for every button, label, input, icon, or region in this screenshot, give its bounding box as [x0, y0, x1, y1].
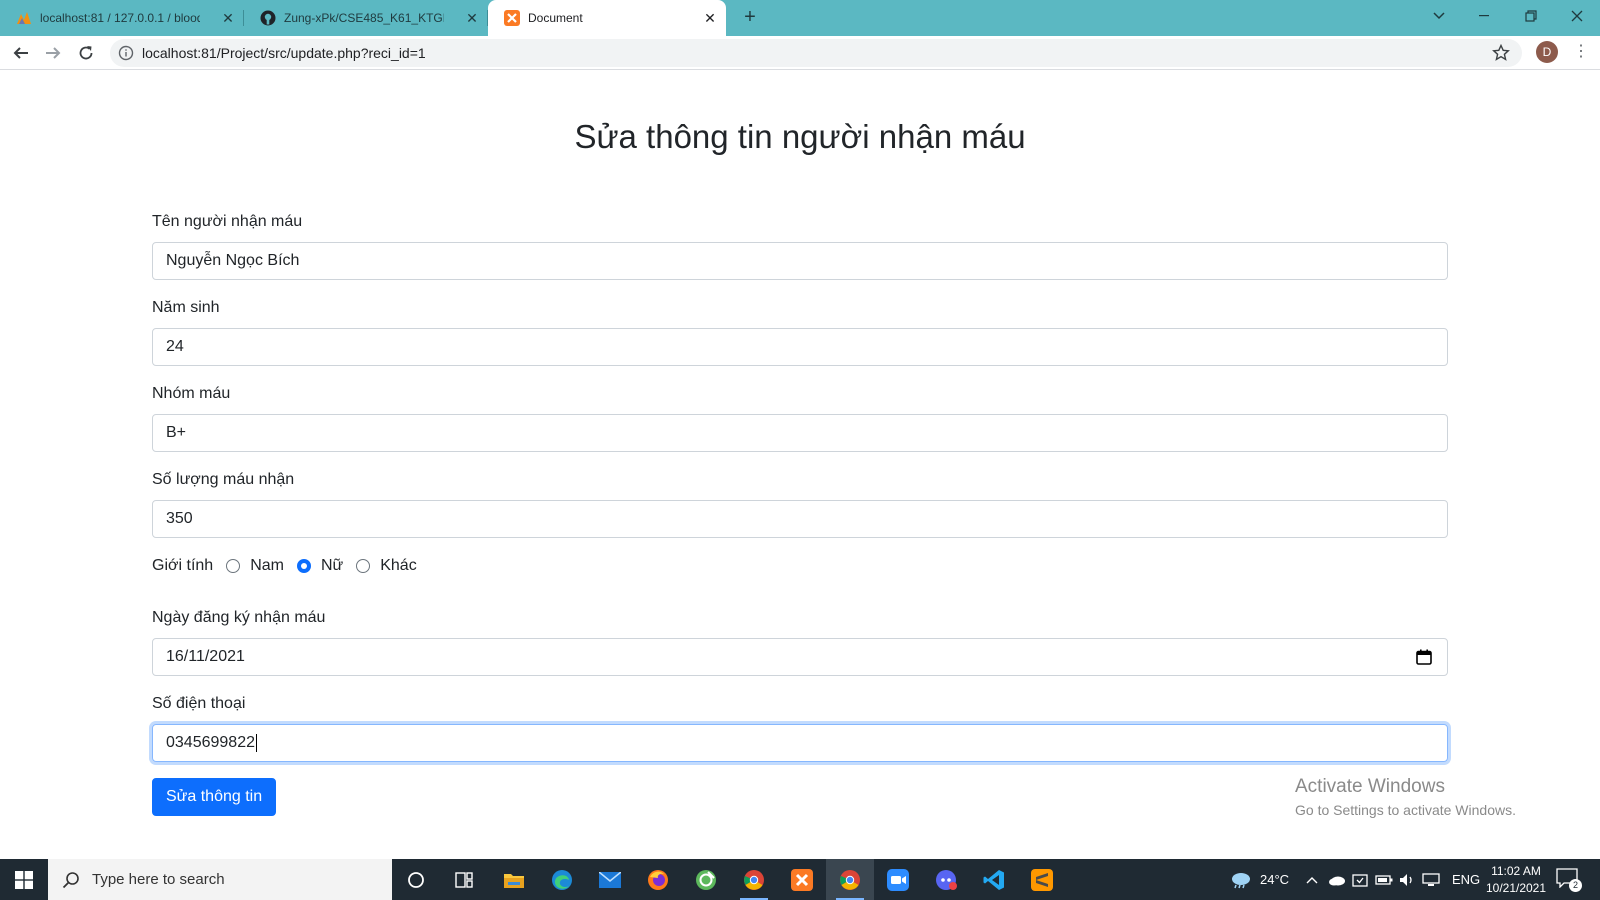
submit-button[interactable]: Sửa thông tin	[152, 778, 277, 816]
firefox-icon[interactable]	[634, 859, 682, 900]
mail-icon[interactable]	[586, 859, 634, 900]
chevron-up-icon	[1306, 876, 1318, 883]
gender-option-label[interactable]: Khác	[380, 557, 416, 575]
chrome-icon[interactable]	[730, 859, 778, 900]
close-icon[interactable]: ✕	[464, 10, 480, 26]
taskbar-search[interactable]: Type here to search	[48, 859, 392, 900]
sublime-icon[interactable]	[1018, 859, 1066, 900]
profile-avatar[interactable]: D	[1536, 41, 1558, 63]
github-icon	[260, 10, 276, 26]
minimize-button[interactable]	[1462, 0, 1508, 32]
browser-toolbar: localhost:81/Project/src/update.php?reci…	[0, 36, 1600, 70]
close-window-button[interactable]	[1554, 0, 1600, 32]
xampp-icon[interactable]	[778, 859, 826, 900]
chrome-icon[interactable]	[826, 859, 874, 900]
register-date-label: Ngày đăng ký nhận máu	[152, 609, 326, 626]
windows-taskbar: Type here to search 24°C ENG 11:02 AM 10…	[0, 859, 1600, 900]
url-text[interactable]: localhost:81/Project/src/update.php?reci…	[142, 45, 426, 61]
arrow-left-icon	[13, 47, 28, 59]
phone-label: Số điện thoại	[152, 695, 246, 712]
weather-widget[interactable]: 24°C	[1230, 859, 1289, 900]
birth-year-input[interactable]: 24	[152, 328, 1448, 366]
battery-icon[interactable]	[1375, 859, 1393, 900]
search-placeholder: Type here to search	[92, 871, 225, 888]
notification-count: 2	[1569, 879, 1582, 892]
gender-option-label[interactable]: Nữ	[321, 557, 343, 575]
gender-radio-nam[interactable]	[226, 559, 241, 573]
search-icon	[62, 871, 79, 888]
volume-icon[interactable]	[1399, 859, 1415, 900]
page-title: Sửa thông tin người nhận máu	[574, 118, 1026, 155]
address-bar[interactable]: localhost:81/Project/src/update.php?reci…	[110, 39, 1522, 67]
watermark-title: Activate Windows	[1295, 776, 1445, 797]
tab-title: Zung-xPk/CSE485_K61_KTGK_19	[284, 11, 444, 25]
weather-temp: 24°C	[1260, 872, 1290, 887]
reload-button[interactable]	[73, 40, 99, 66]
restore-button[interactable]	[1508, 0, 1554, 32]
update-form: Tên người nhận máu Nguyễn Ngọc Bích Năm …	[152, 210, 1448, 816]
blood-group-input[interactable]: B+	[152, 414, 1448, 452]
gender-label: Giới tính	[152, 557, 214, 574]
back-button[interactable]	[8, 40, 34, 66]
name-label: Tên người nhận máu	[152, 213, 303, 230]
birth-year-label: Năm sinh	[152, 299, 220, 316]
close-icon[interactable]: ✕	[702, 10, 718, 26]
task-view-icon[interactable]	[440, 859, 488, 900]
language-indicator[interactable]: ENG	[1452, 859, 1480, 900]
clock-time: 11:02 AM	[1491, 864, 1541, 878]
tab-phpmyadmin[interactable]: localhost:81 / 127.0.0.1 / blood_m ✕	[0, 0, 244, 36]
new-tab-button[interactable]: +	[738, 6, 762, 30]
tab-title: Document	[528, 11, 583, 25]
security-icon[interactable]	[1352, 859, 1368, 900]
gender-radio-nu[interactable]	[296, 559, 311, 573]
zoom-icon[interactable]	[874, 859, 922, 900]
name-input[interactable]: Nguyễn Ngọc Bích	[152, 242, 1448, 280]
calendar-icon[interactable]	[1415, 648, 1433, 666]
tab-document[interactable]: Document ✕	[488, 0, 726, 36]
weather-cloud-icon	[1232, 872, 1250, 888]
gender-group: Giới tính Nam Nữ Khác	[152, 554, 1448, 578]
file-explorer-icon[interactable]	[490, 859, 538, 900]
tab-title: localhost:81 / 127.0.0.1 / blood_m	[40, 11, 200, 25]
notification-center-icon[interactable]: 2	[1556, 868, 1582, 892]
network-icon[interactable]	[1422, 859, 1440, 900]
tab-search-icon[interactable]	[1416, 0, 1462, 32]
xampp-icon	[504, 10, 520, 26]
page-content: Sửa thông tin người nhận máu Tên người n…	[0, 70, 1600, 859]
edge-icon[interactable]	[538, 859, 586, 900]
phone-value: 0345699822	[166, 734, 255, 751]
info-icon[interactable]	[118, 45, 134, 61]
tab-github[interactable]: Zung-xPk/CSE485_K61_KTGK_19 ✕	[244, 0, 488, 36]
amount-label: Số lượng máu nhận	[152, 471, 295, 488]
bookmark-star-icon[interactable]	[1492, 44, 1510, 62]
menu-icon[interactable]: ⋮	[1570, 41, 1592, 63]
watermark-subtitle: Go to Settings to activate Windows.	[1295, 802, 1516, 818]
register-date-input[interactable]: 16/11/2021	[152, 638, 1448, 676]
activate-windows-watermark: Activate Windows Go to Settings to activ…	[1295, 776, 1516, 818]
phpmyadmin-icon	[16, 10, 32, 26]
close-icon[interactable]: ✕	[220, 10, 236, 26]
onedrive-icon[interactable]	[1328, 859, 1346, 900]
blood-group-label: Nhóm máu	[152, 385, 231, 402]
amount-input[interactable]: 350	[152, 500, 1448, 538]
text-caret	[255, 733, 257, 752]
discord-icon[interactable]	[922, 859, 970, 900]
clock-date: 10/21/2021	[1485, 881, 1547, 895]
gender-option-label[interactable]: Nam	[250, 557, 284, 575]
start-button[interactable]	[0, 859, 48, 900]
browser-tab-bar: localhost:81 / 127.0.0.1 / blood_m ✕ Zun…	[0, 0, 1600, 36]
forward-button[interactable]	[40, 40, 66, 66]
windows-logo-icon	[15, 870, 33, 889]
arrow-right-icon	[46, 47, 61, 59]
vscode-icon[interactable]	[970, 859, 1018, 900]
phone-input[interactable]: 0345699822	[152, 724, 1448, 762]
reload-icon	[79, 46, 93, 60]
cortana-icon[interactable]	[392, 859, 440, 900]
app-icon[interactable]	[682, 859, 730, 900]
taskbar-clock[interactable]: 11:02 AM 10/21/2021	[1478, 863, 1554, 897]
gender-radio-khac[interactable]	[356, 559, 371, 573]
register-date-value: 16/11/2021	[166, 648, 245, 665]
show-hidden-icons[interactable]	[1306, 859, 1318, 900]
